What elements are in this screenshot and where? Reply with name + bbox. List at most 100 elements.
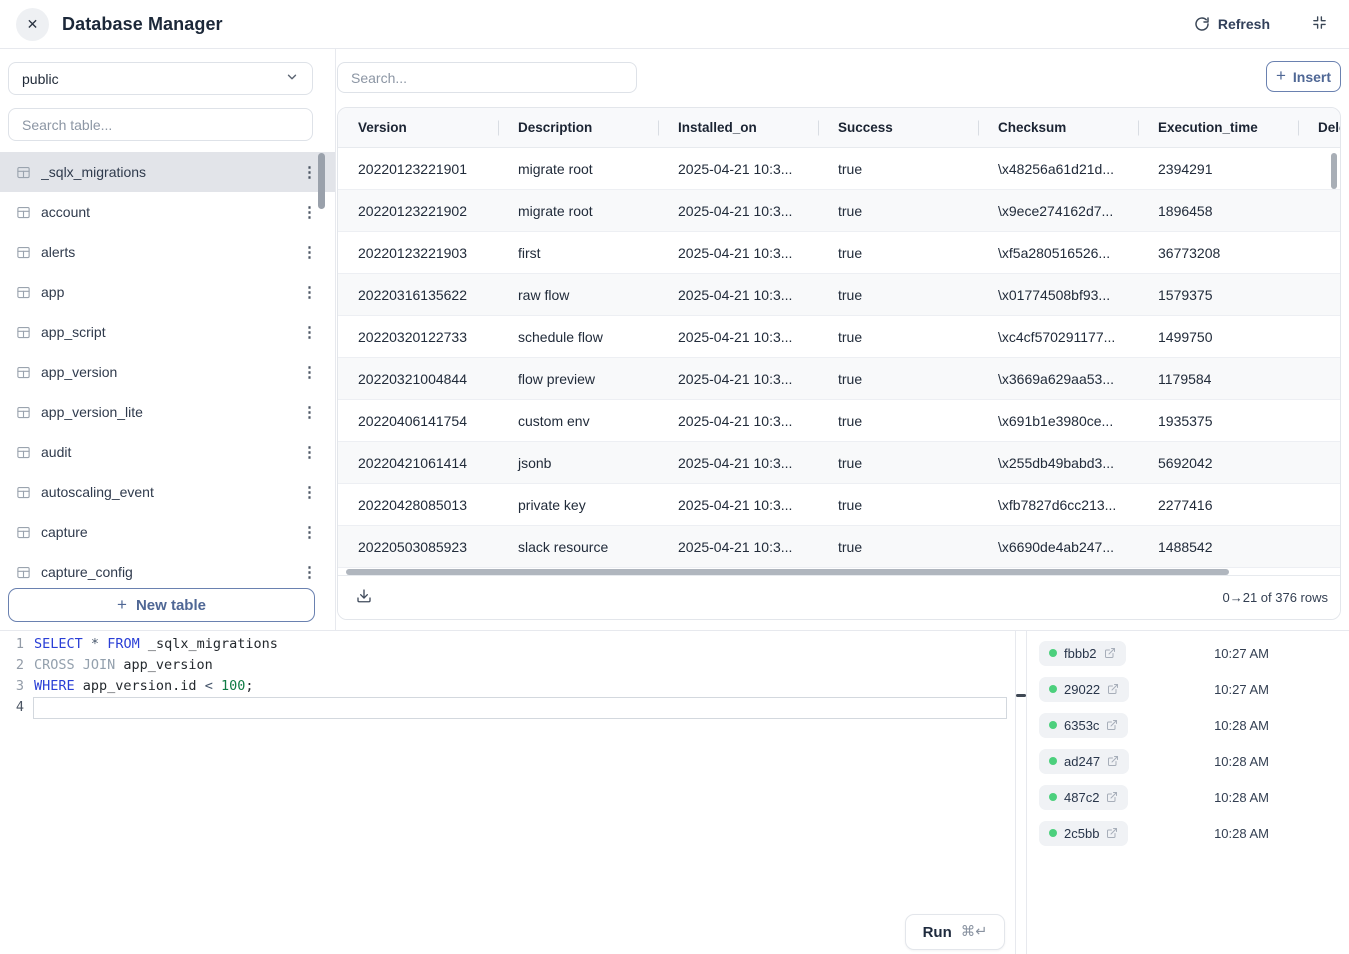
table-cell[interactable]: 20220406141754: [338, 413, 498, 429]
table-cell[interactable]: true: [818, 245, 978, 261]
sidebar-item-capture_config[interactable]: capture_config⋮: [0, 552, 335, 588]
table-cell[interactable]: 1935375: [1138, 413, 1298, 429]
table-cell[interactable]: migrate root: [498, 161, 658, 177]
kebab-menu-icon[interactable]: ⋮: [298, 563, 321, 581]
table-cell[interactable]: 1896458: [1138, 203, 1298, 219]
table-cell[interactable]: 2277416: [1138, 497, 1298, 513]
column-header-dele[interactable]: Dele: [1298, 120, 1341, 135]
table-cell[interactable]: \x48256a61d21d...: [978, 161, 1138, 177]
kebab-menu-icon[interactable]: ⋮: [298, 243, 321, 261]
table-cell[interactable]: 20220123221902: [338, 203, 498, 219]
code-line-3[interactable]: 3WHERE app_version.id < 100;: [0, 676, 1015, 697]
table-cell[interactable]: 2025-04-21 10:3...: [658, 329, 818, 345]
table-cell[interactable]: 20220503085923: [338, 539, 498, 555]
sidebar-item-app_version_lite[interactable]: app_version_lite⋮: [0, 392, 335, 432]
table-cell[interactable]: 2025-04-21 10:3...: [658, 245, 818, 261]
table-cell[interactable]: 1499750: [1138, 329, 1298, 345]
table-cell[interactable]: 20220421061414: [338, 455, 498, 471]
table-search-input[interactable]: [8, 108, 313, 141]
table-row[interactable]: 20220421061414jsonb2025-04-21 10:3...tru…: [338, 442, 1341, 484]
vertical-scrollbar[interactable]: [1331, 153, 1337, 189]
run-chip-2c5bb[interactable]: 2c5bb: [1039, 821, 1128, 846]
table-row[interactable]: 20220123221903first2025-04-21 10:3...tru…: [338, 232, 1341, 274]
external-link-icon[interactable]: [1104, 647, 1116, 659]
kebab-menu-icon[interactable]: ⋮: [298, 523, 321, 541]
table-row[interactable]: 20220316135622raw flow2025-04-21 10:3...…: [338, 274, 1341, 316]
kebab-menu-icon[interactable]: ⋮: [298, 403, 321, 421]
run-query-button[interactable]: Run ⌘↵: [905, 914, 1005, 950]
new-table-button[interactable]: + New table: [8, 588, 315, 622]
table-cell[interactable]: \x9ece274162d7...: [978, 203, 1138, 219]
sidebar-item-_sqlx_migrations[interactable]: _sqlx_migrations⋮: [0, 152, 335, 192]
schema-select[interactable]: public: [8, 62, 313, 95]
sidebar-item-alerts[interactable]: alerts⋮: [0, 232, 335, 272]
table-cell[interactable]: true: [818, 455, 978, 471]
table-cell[interactable]: migrate root: [498, 203, 658, 219]
table-cell[interactable]: \xfb7827d6cc213...: [978, 497, 1138, 513]
table-cell[interactable]: 2025-04-21 10:3...: [658, 287, 818, 303]
table-cell[interactable]: 20220320122733: [338, 329, 498, 345]
external-link-icon[interactable]: [1106, 719, 1118, 731]
table-row[interactable]: 20220320122733schedule flow2025-04-21 10…: [338, 316, 1341, 358]
download-button[interactable]: [356, 588, 372, 607]
table-cell[interactable]: true: [818, 413, 978, 429]
sidebar-item-account[interactable]: account⋮: [0, 192, 335, 232]
table-cell[interactable]: 1488542: [1138, 539, 1298, 555]
sidebar-item-app_script[interactable]: app_script⋮: [0, 312, 335, 352]
sidebar-item-capture[interactable]: capture⋮: [0, 512, 335, 552]
column-header-checksum[interactable]: Checksum: [978, 120, 1138, 135]
table-cell[interactable]: true: [818, 203, 978, 219]
table-cell[interactable]: 20220428085013: [338, 497, 498, 513]
run-chip-6353c[interactable]: 6353c: [1039, 713, 1128, 738]
table-cell[interactable]: 2025-04-21 10:3...: [658, 161, 818, 177]
table-cell[interactable]: flow preview: [498, 371, 658, 387]
column-header-version[interactable]: Version: [338, 120, 498, 135]
code-line-4[interactable]: 4: [0, 697, 1015, 718]
external-link-icon[interactable]: [1106, 827, 1118, 839]
sql-editor[interactable]: 1SELECT * FROM _sqlx_migrations2CROSS JO…: [0, 631, 1015, 954]
run-chip-ad247[interactable]: ad247: [1039, 749, 1129, 774]
table-cell[interactable]: 2394291: [1138, 161, 1298, 177]
kebab-menu-icon[interactable]: ⋮: [298, 363, 321, 381]
table-cell[interactable]: \x01774508bf93...: [978, 287, 1138, 303]
panel-resize-divider[interactable]: [1015, 631, 1027, 954]
table-cell[interactable]: first: [498, 245, 658, 261]
sidebar-scrollbar[interactable]: [318, 153, 325, 209]
table-cell[interactable]: 2025-04-21 10:3...: [658, 539, 818, 555]
code-line-2[interactable]: 2CROSS JOIN app_version: [0, 655, 1015, 676]
table-cell[interactable]: \x255db49babd3...: [978, 455, 1138, 471]
table-cell[interactable]: true: [818, 497, 978, 513]
table-cell[interactable]: \xf5a280516526...: [978, 245, 1138, 261]
table-row[interactable]: 20220406141754custom env2025-04-21 10:3.…: [338, 400, 1341, 442]
sidebar-item-autoscaling_event[interactable]: autoscaling_event⋮: [0, 472, 335, 512]
table-row[interactable]: 20220123221901migrate root2025-04-21 10:…: [338, 148, 1341, 190]
table-row[interactable]: 20220503085923slack resource2025-04-21 1…: [338, 526, 1341, 568]
table-cell[interactable]: 2025-04-21 10:3...: [658, 497, 818, 513]
table-cell[interactable]: true: [818, 329, 978, 345]
table-row[interactable]: 20220321004844flow preview2025-04-21 10:…: [338, 358, 1341, 400]
table-cell[interactable]: \x6690de4ab247...: [978, 539, 1138, 555]
close-button[interactable]: ✕: [16, 8, 49, 41]
table-cell[interactable]: true: [818, 287, 978, 303]
code-line-1[interactable]: 1SELECT * FROM _sqlx_migrations: [0, 634, 1015, 655]
table-cell[interactable]: \x3669a629aa53...: [978, 371, 1138, 387]
run-chip-fbbb2[interactable]: fbbb2: [1039, 641, 1126, 666]
table-cell[interactable]: 36773208: [1138, 245, 1298, 261]
column-header-installed_on[interactable]: Installed_on: [658, 120, 818, 135]
table-cell[interactable]: true: [818, 161, 978, 177]
table-cell[interactable]: schedule flow: [498, 329, 658, 345]
table-cell[interactable]: true: [818, 539, 978, 555]
kebab-menu-icon[interactable]: ⋮: [298, 483, 321, 501]
column-header-execution_time[interactable]: Execution_time: [1138, 120, 1298, 135]
column-header-description[interactable]: Description: [498, 120, 658, 135]
table-cell[interactable]: 2025-04-21 10:3...: [658, 413, 818, 429]
table-cell[interactable]: true: [818, 371, 978, 387]
insert-row-button[interactable]: + Insert: [1266, 61, 1341, 92]
table-cell[interactable]: private key: [498, 497, 658, 513]
external-link-icon[interactable]: [1107, 755, 1119, 767]
resize-handle[interactable]: [1016, 694, 1026, 697]
sidebar-item-audit[interactable]: audit⋮: [0, 432, 335, 472]
kebab-menu-icon[interactable]: ⋮: [298, 443, 321, 461]
table-row[interactable]: 20220428085013private key2025-04-21 10:3…: [338, 484, 1341, 526]
kebab-menu-icon[interactable]: ⋮: [298, 323, 321, 341]
